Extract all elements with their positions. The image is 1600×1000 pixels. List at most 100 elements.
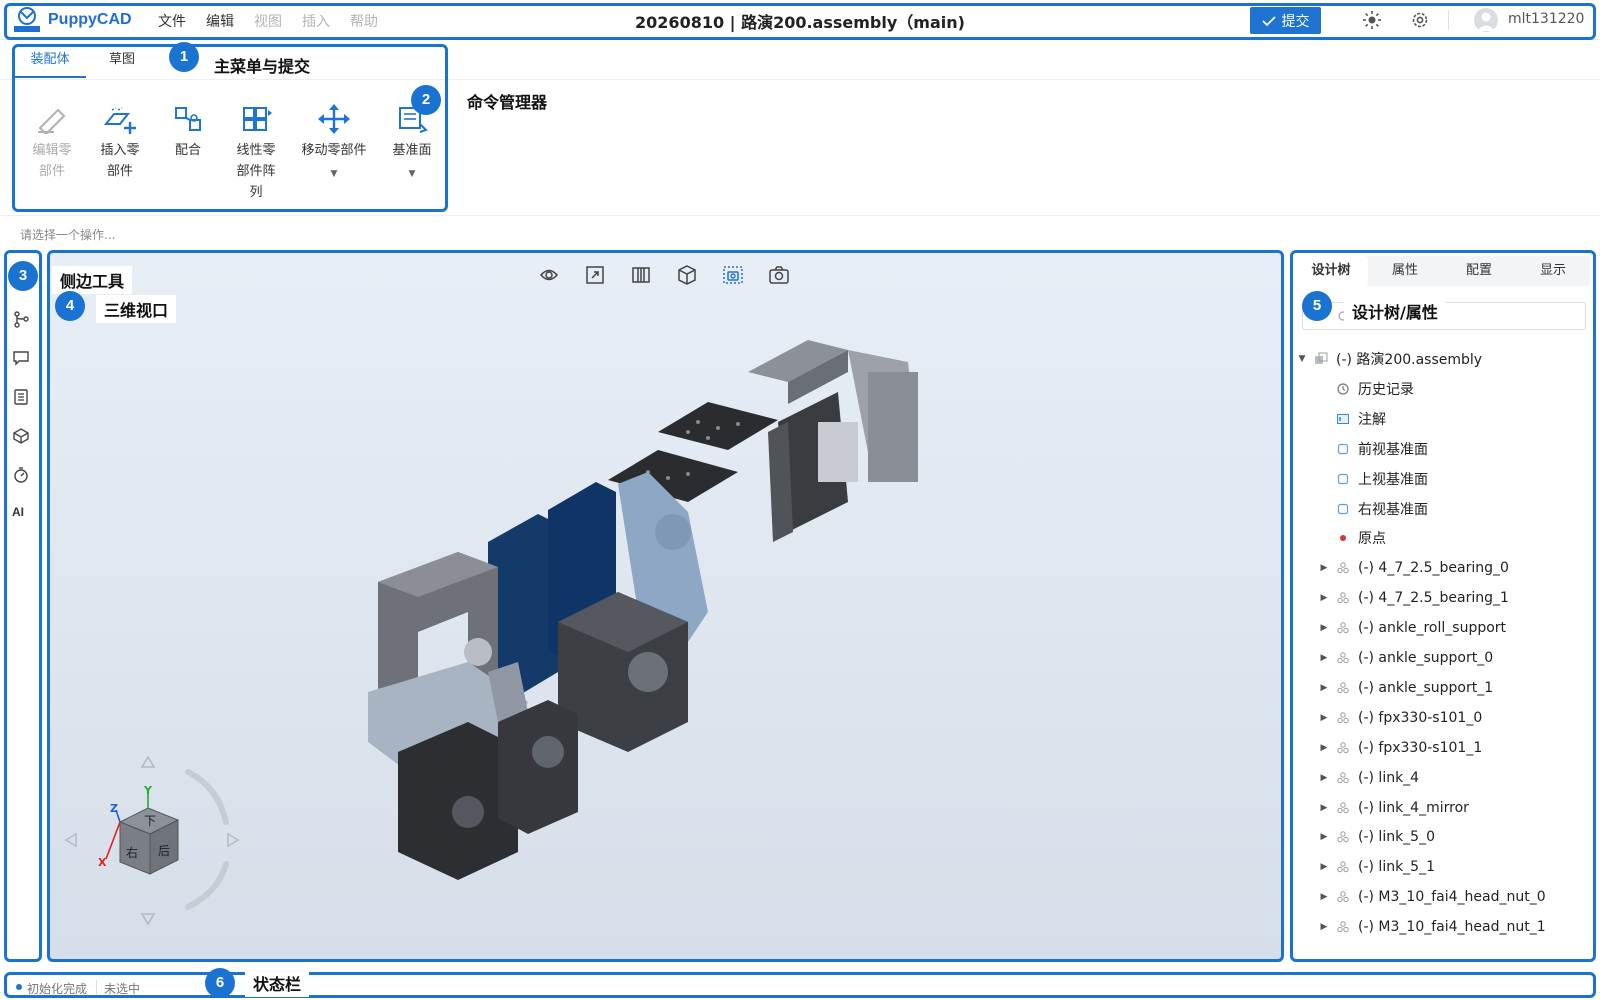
view-cube-right-face[interactable]: 后: [158, 842, 170, 859]
document-icon[interactable]: [12, 388, 30, 406]
tree-item[interactable]: 上视基准面: [1318, 468, 1428, 490]
tree-item-label: 原点: [1358, 531, 1386, 547]
view-cube-left-face[interactable]: 右: [126, 844, 138, 861]
expand-right-icon[interactable]: ▶: [1318, 593, 1330, 603]
ai-icon[interactable]: AI: [12, 505, 30, 523]
expand-right-icon[interactable]: ▶: [1318, 892, 1330, 902]
tree-item[interactable]: ▶ (-) fpx330-s101_1: [1318, 737, 1483, 759]
tab-display[interactable]: 显示: [1516, 256, 1590, 286]
tree-item[interactable]: 右视基准面: [1318, 498, 1428, 520]
part-icon: [1336, 771, 1350, 785]
expand-right-icon[interactable]: ▶: [1318, 653, 1330, 663]
main-menu: 文件 编辑 视图 插入 帮助: [158, 11, 378, 31]
callout-badge-5: 5: [1302, 291, 1332, 321]
expand-right-icon[interactable]: ▶: [1318, 773, 1330, 783]
expand-right-icon[interactable]: ▶: [1318, 563, 1330, 573]
linear-pattern-button[interactable]: 线性零部件阵列: [228, 92, 284, 203]
tree-item[interactable]: ▶ (-) M3_10_fai4_head_nut_0: [1318, 886, 1546, 908]
avatar[interactable]: [1474, 8, 1498, 32]
section-view-icon[interactable]: [630, 264, 652, 286]
branch-icon[interactable]: [12, 310, 30, 328]
tree-item[interactable]: 注解: [1318, 408, 1386, 430]
tree-item[interactable]: ▶ (-) ankle_support_1: [1318, 677, 1494, 699]
tree-item[interactable]: ▶ (-) 4_7_2.5_bearing_0: [1318, 557, 1509, 579]
expand-right-icon[interactable]: ▶: [1318, 832, 1330, 842]
move-part-button[interactable]: 移动零部件 ▼: [296, 92, 372, 185]
expand-down-icon[interactable]: ▼: [1296, 354, 1308, 364]
fit-view-icon[interactable]: [584, 264, 606, 286]
tree-item[interactable]: 前视基准面: [1318, 438, 1428, 460]
tree-item[interactable]: ▼ (-) 路演200.assembly: [1296, 348, 1483, 370]
tree-item[interactable]: ▶ (-) link_4_mirror: [1318, 797, 1469, 819]
tree-item[interactable]: ▶ (-) ankle_support_0: [1318, 647, 1494, 669]
comment-icon[interactable]: [12, 349, 30, 367]
operation-hint: 请选择一个操作...: [20, 228, 116, 242]
callout-badge-6: 6: [205, 968, 235, 998]
sun-icon[interactable]: [1362, 10, 1382, 30]
tree-item[interactable]: ▶ (-) 4_7_2.5_bearing_1: [1318, 587, 1509, 609]
tab-assembly[interactable]: 装配体: [14, 48, 86, 78]
tree-item[interactable]: ▶ (-) link_4: [1318, 767, 1420, 789]
expand-right-icon[interactable]: ▶: [1318, 862, 1330, 872]
tree-item[interactable]: 历史记录: [1318, 378, 1414, 400]
tab-sketch[interactable]: 草图: [86, 48, 158, 78]
tab-design-tree[interactable]: 设计树: [1294, 256, 1368, 286]
tree-item[interactable]: ▶ (-) link_5_0: [1318, 826, 1435, 848]
tree-item-label: 历史记录: [1358, 382, 1414, 398]
menu-file[interactable]: 文件: [158, 11, 186, 31]
expand-right-icon[interactable]: ▶: [1318, 803, 1330, 813]
insert-part-button[interactable]: 插入零部件: [92, 92, 148, 182]
tree-item[interactable]: ▶ (-) fpx330-s101_0: [1318, 707, 1483, 729]
tree-item[interactable]: ▶ (-) M3_10_fai4_head_nut_1: [1318, 916, 1546, 938]
header-divider: [1448, 10, 1449, 30]
stopwatch-icon[interactable]: [12, 466, 30, 484]
tree-item[interactable]: 原点: [1318, 527, 1386, 549]
camera-icon[interactable]: [768, 264, 790, 286]
commit-label: 提交: [1281, 13, 1310, 30]
username[interactable]: mlt131220: [1508, 11, 1584, 27]
callout-label-main-menu: 主菜单与提交: [206, 51, 319, 79]
expand-right-icon[interactable]: ▶: [1318, 922, 1330, 932]
gear-icon[interactable]: [1410, 10, 1430, 30]
menu-insert[interactable]: 插入: [302, 11, 330, 31]
move-part-dropdown-icon[interactable]: ▼: [296, 164, 372, 185]
tab-configuration[interactable]: 配置: [1442, 256, 1516, 286]
history-icon: [1336, 382, 1350, 396]
menu-help[interactable]: 帮助: [350, 11, 378, 31]
part-icon: [1336, 561, 1350, 575]
3d-viewport[interactable]: 下 右 后 X Y Z: [48, 252, 1282, 962]
plane-icon: [1336, 472, 1350, 486]
cube-view-icon[interactable]: [676, 264, 698, 286]
view-cube-top-face[interactable]: 下: [144, 812, 156, 829]
eye-icon[interactable]: [538, 264, 560, 286]
reference-plane-dropdown-icon[interactable]: ▼: [384, 164, 440, 185]
expand-right-icon[interactable]: ▶: [1318, 743, 1330, 753]
status-divider: [96, 980, 97, 994]
part-icon: [1336, 591, 1350, 605]
commit-button[interactable]: 提交: [1250, 7, 1321, 34]
part-icon: [1336, 830, 1350, 844]
mate-button[interactable]: 配合: [160, 92, 216, 161]
callout-label-side-tools: 侧边工具: [52, 266, 133, 294]
part-icon: [1336, 681, 1350, 695]
menu-edit[interactable]: 编辑: [206, 11, 234, 31]
tab-properties[interactable]: 属性: [1368, 256, 1442, 286]
logo-icon: [12, 6, 42, 34]
edit-part-button[interactable]: 编辑零部件: [24, 92, 80, 182]
package-icon[interactable]: [12, 427, 30, 445]
expand-right-icon[interactable]: ▶: [1318, 683, 1330, 693]
callout-label-viewport: 三维视口: [96, 295, 177, 323]
app-logo[interactable]: PuppyCAD: [12, 6, 132, 34]
tree-item[interactable]: ▶ (-) link_5_1: [1318, 856, 1435, 878]
linear-pattern-label: 线性零部件阵列: [236, 143, 276, 200]
menu-view[interactable]: 视图: [254, 11, 282, 31]
callout-badge-2: 2: [411, 85, 441, 115]
screenshot-region-icon[interactable]: [722, 264, 744, 286]
part-icon: [1336, 890, 1350, 904]
expand-right-icon[interactable]: ▶: [1318, 623, 1330, 633]
check-icon: [1261, 15, 1276, 26]
tree-item[interactable]: ▶ (-) ankle_roll_support: [1318, 617, 1507, 639]
move-part-label: 移动零部件: [301, 143, 367, 158]
part-icon: [1336, 711, 1350, 725]
expand-right-icon[interactable]: ▶: [1318, 713, 1330, 723]
